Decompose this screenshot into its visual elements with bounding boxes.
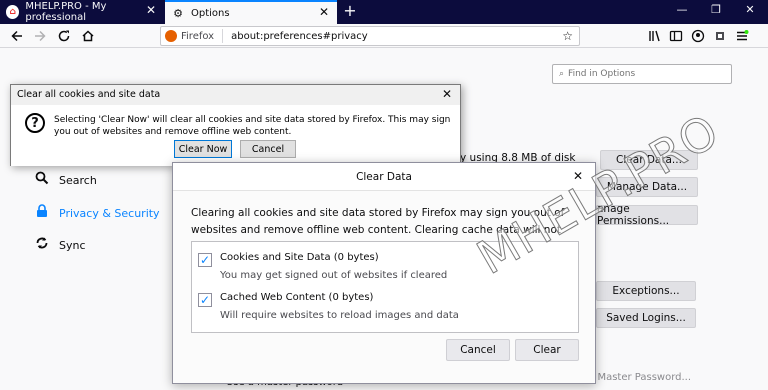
category-search[interactable]: Search — [34, 171, 97, 189]
sync-icon — [34, 236, 50, 254]
option-cookies[interactable]: ✓ Cookies and Site Data (0 bytes) You ma… — [198, 252, 447, 281]
clear-button[interactable]: Clear — [515, 339, 579, 361]
category-label: Sync — [59, 238, 86, 252]
tab-options[interactable]: ⚙ Options ✕ — [165, 0, 337, 24]
category-privacy[interactable]: Privacy & Security — [34, 204, 160, 222]
site-favicon-icon: ⌂ — [6, 5, 20, 19]
home-icon — [82, 30, 94, 42]
clear-now-button[interactable]: Clear Now — [174, 140, 232, 158]
tab-mhelp[interactable]: ⌂ MHELP.PRO - My professional ✕ — [0, 0, 164, 24]
home-button[interactable] — [79, 27, 97, 45]
close-icon[interactable]: ✕ — [442, 87, 452, 101]
firefox-icon — [165, 30, 177, 42]
checkbox-checked-icon[interactable]: ✓ — [198, 293, 212, 307]
search-icon — [34, 171, 50, 189]
back-button[interactable] — [8, 27, 26, 45]
new-tab-button[interactable]: + — [342, 1, 358, 20]
url-text[interactable]: about:preferences#privacy — [223, 31, 368, 42]
forward-button[interactable] — [31, 27, 49, 45]
option-label: Cookies and Site Data (0 bytes) — [220, 252, 379, 263]
question-icon: ? — [25, 113, 45, 133]
clear-data-dialog: Clear Data ✕ Clearing all cookies and si… — [172, 162, 596, 384]
lock-icon — [34, 204, 50, 222]
reload-button[interactable] — [55, 27, 73, 45]
saved-logins-button[interactable]: Saved Logins... — [596, 308, 696, 328]
extension-icon[interactable] — [711, 27, 729, 45]
back-arrow-icon — [11, 30, 22, 42]
option-description: You may get signed out of websites if cl… — [220, 270, 448, 281]
tab-close-icon[interactable]: ✕ — [146, 3, 156, 17]
reload-icon — [58, 30, 70, 42]
tab-close-icon[interactable]: ✕ — [319, 5, 329, 19]
forward-arrow-icon — [35, 30, 46, 42]
url-bar[interactable]: Firefox about:preferences#privacy ☆ — [160, 26, 580, 46]
identity-box[interactable]: Firefox — [161, 29, 224, 43]
library-icon[interactable] — [646, 27, 664, 45]
menu-icon[interactable] — [733, 27, 751, 45]
cancel-button[interactable]: Cancel — [240, 140, 296, 158]
window-close-icon[interactable]: ✕ — [736, 3, 764, 16]
restore-icon[interactable]: ❐ — [702, 3, 730, 16]
category-label: Search — [59, 173, 97, 187]
find-in-options-input[interactable]: ⌕ Find in Options — [552, 64, 732, 84]
dialog-body: ? Selecting 'Clear Now' will clear all c… — [11, 105, 460, 166]
option-cache[interactable]: ✓ Cached Web Content (0 bytes) Will requ… — [198, 292, 459, 321]
cancel-button[interactable]: Cancel — [446, 339, 510, 361]
gear-icon: ⚙ — [173, 6, 183, 20]
find-placeholder: Find in Options — [568, 69, 636, 79]
option-description: Will require websites to reload images a… — [220, 310, 459, 321]
tab-label: MHELP.PRO - My professional — [25, 1, 107, 23]
dialog-message: Selecting 'Clear Now' will clear all coo… — [54, 115, 451, 137]
tab-label: Options — [191, 7, 230, 19]
dialog-title: Clear all cookies and site data — [17, 89, 161, 100]
identity-label: Firefox — [181, 30, 215, 42]
dialog-title: Clear Data — [173, 163, 595, 191]
category-label: Privacy & Security — [59, 206, 160, 220]
exceptions-button[interactable]: Exceptions... — [596, 281, 696, 301]
option-label: Cached Web Content (0 bytes) — [220, 292, 374, 303]
minimize-icon[interactable]: — — [668, 3, 696, 16]
checkbox-checked-icon[interactable]: ✓ — [198, 253, 212, 267]
clear-cookies-confirm-dialog: Clear all cookies and site data ✕ ? Sele… — [10, 84, 461, 166]
account-icon[interactable] — [689, 27, 707, 45]
search-icon: ⌕ — [559, 69, 565, 79]
category-sync[interactable]: Sync — [34, 236, 86, 254]
bookmark-star-icon[interactable]: ☆ — [562, 29, 573, 43]
sidebar-icon[interactable] — [667, 27, 685, 45]
